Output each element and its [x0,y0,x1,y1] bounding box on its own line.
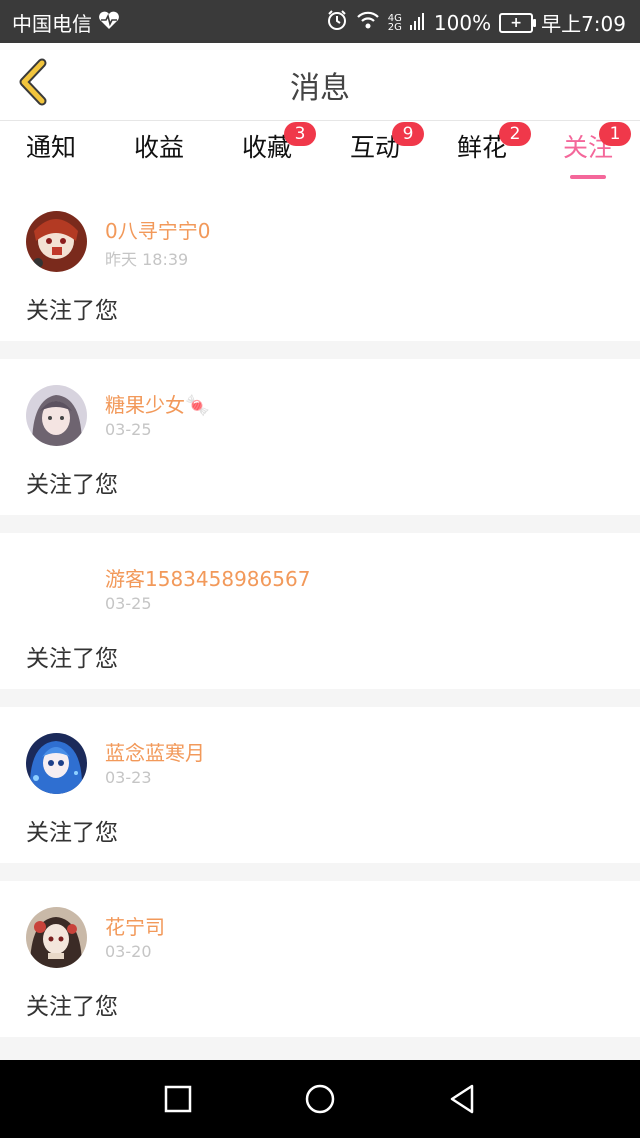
back-system-button[interactable] [445,1082,479,1116]
avatar[interactable] [26,385,87,446]
list-item[interactable]: 花宁司 03-20 关注了您 [0,881,640,1037]
list-item[interactable]: 游客1583458986567 03-25 关注了您 [0,533,640,689]
alarm-icon [326,9,348,36]
recent-apps-button[interactable] [161,1082,195,1116]
battery-icon: + [499,12,537,33]
avatar[interactable] [26,211,87,272]
triangle-back-icon [450,1084,474,1114]
header: 消息 [0,43,640,121]
tab-earnings[interactable]: 收益 [132,131,186,179]
home-button[interactable] [303,1082,337,1116]
wifi-icon [356,10,380,35]
username[interactable]: 花宁司 [105,911,165,940]
timestamp: 03-25 [105,420,152,439]
timestamp: 昨天 18:39 [105,250,189,269]
tab-label: 通知 [25,133,76,162]
heart-rate-icon [98,10,120,35]
clock: 早上7:09 [541,12,626,36]
carrier-label: 中国电信 [12,12,92,36]
square-icon [164,1085,192,1113]
username[interactable]: 0八寻宁宁0 [105,215,210,244]
tab-bar: 通知 收益 收藏 3 互动 9 鲜花 2 关注 1 [0,121,640,185]
notification-text: 关注了您 [26,298,118,324]
tab-notifications[interactable]: 通知 [24,131,78,179]
circle-icon [305,1084,335,1114]
username[interactable]: 游客1583458986567 [105,563,310,592]
avatar[interactable] [26,559,87,620]
unread-badge: 3 [284,122,316,146]
avatar[interactable] [26,907,87,968]
network-bottom-label: 2G [387,21,402,33]
username[interactable]: 蓝念蓝寒月 [105,737,205,766]
unread-badge: 1 [599,122,631,146]
tab-flowers[interactable]: 鲜花 2 [455,122,531,179]
list-item[interactable]: 糖果少女🍬 03-25 关注了您 [0,359,640,515]
notification-text: 关注了您 [26,646,118,672]
notification-text: 关注了您 [26,994,118,1020]
timestamp: 03-23 [105,768,152,787]
signal-icon [409,11,426,35]
username[interactable]: 糖果少女🍬 [105,389,210,418]
notification-text: 关注了您 [26,472,118,498]
timestamp: 03-25 [105,594,152,613]
tab-follow[interactable]: 关注 1 [561,122,631,179]
notification-text: 关注了您 [26,820,118,846]
unread-badge: 2 [499,122,531,146]
system-navigation-bar [0,1060,640,1138]
unread-badge: 9 [392,122,424,146]
tab-interactions[interactable]: 互动 9 [348,122,424,179]
list-item[interactable]: 0八寻宁宁0 昨天 18:39 关注了您 [0,185,640,341]
battery-percent: 100% [433,10,492,35]
tab-favorites[interactable]: 收藏 3 [240,122,316,179]
status-bar: 中国电信 4G 2G 100% + 早上7:09 [0,0,640,43]
timestamp: 03-20 [105,942,152,961]
tab-underline [570,175,606,179]
avatar[interactable] [26,733,87,794]
page-title: 消息 [290,71,350,106]
tab-label: 收益 [133,133,184,162]
list-item[interactable]: 蓝念蓝寒月 03-23 关注了您 [0,707,640,863]
network-type: 4G 2G [387,13,402,33]
